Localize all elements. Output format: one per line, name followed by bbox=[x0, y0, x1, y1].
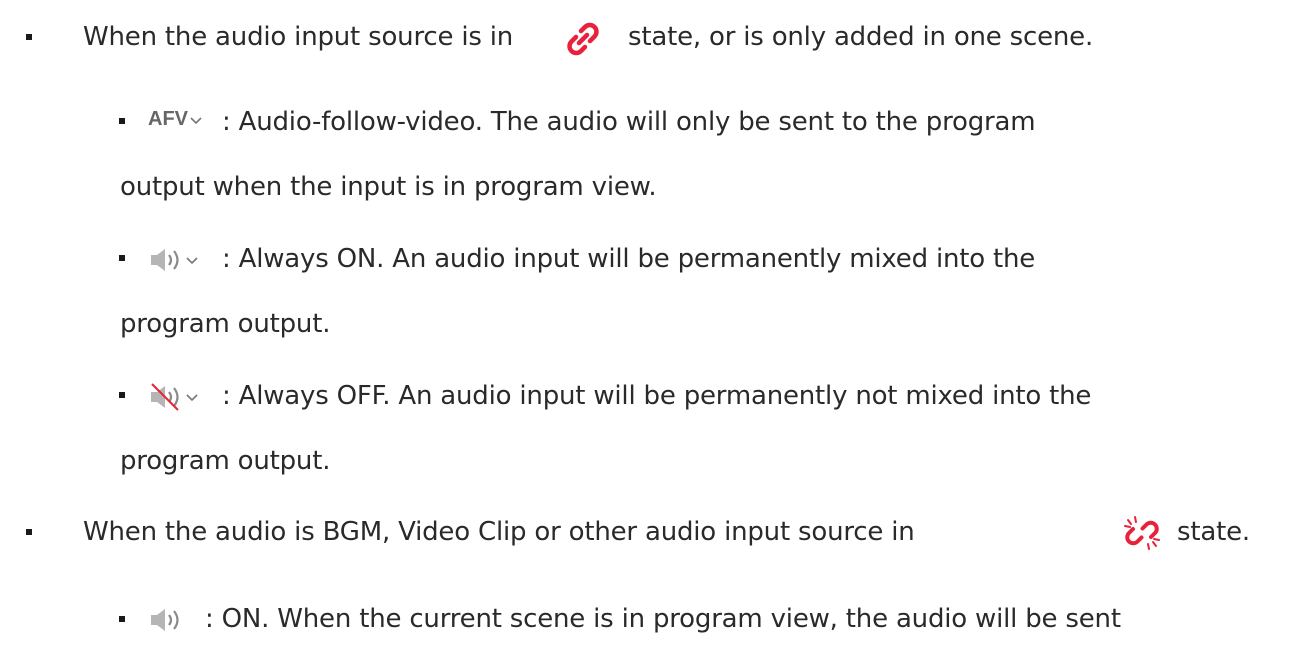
bullet bbox=[119, 255, 125, 261]
list-item-text: state, or is only added in one scene. bbox=[628, 22, 1094, 52]
bullet bbox=[119, 118, 125, 124]
list-item-text: output when the input is in program view… bbox=[120, 172, 657, 202]
unlinked-chain-icon bbox=[1124, 516, 1160, 550]
linked-chain-icon bbox=[567, 22, 599, 56]
bullet bbox=[26, 34, 32, 40]
list-item-text: : ON. When the current scene is in progr… bbox=[205, 604, 1121, 634]
list-item-text: program output. bbox=[120, 309, 331, 339]
speaker-on-icon bbox=[151, 609, 179, 631]
list-item-text: When the audio is BGM, Video Clip or oth… bbox=[83, 517, 915, 547]
list-item-text: state. bbox=[1177, 517, 1250, 547]
bullet bbox=[119, 392, 125, 398]
speaker-muted-dropdown-icon bbox=[151, 383, 198, 411]
list-item-text: When the audio input source is in bbox=[83, 22, 514, 52]
bullet bbox=[119, 616, 125, 622]
list-item-text: : Audio-follow-video. The audio will onl… bbox=[222, 107, 1036, 137]
list-item-text: : Always ON. An audio input will be perm… bbox=[222, 244, 1036, 274]
afv-dropdown-icon: AFV bbox=[148, 107, 202, 131]
list-item-text: : Always OFF. An audio input will be per… bbox=[222, 381, 1092, 411]
bullet bbox=[26, 529, 32, 535]
list-item-text: program output. bbox=[120, 446, 331, 476]
speaker-on-dropdown-icon bbox=[151, 249, 198, 271]
